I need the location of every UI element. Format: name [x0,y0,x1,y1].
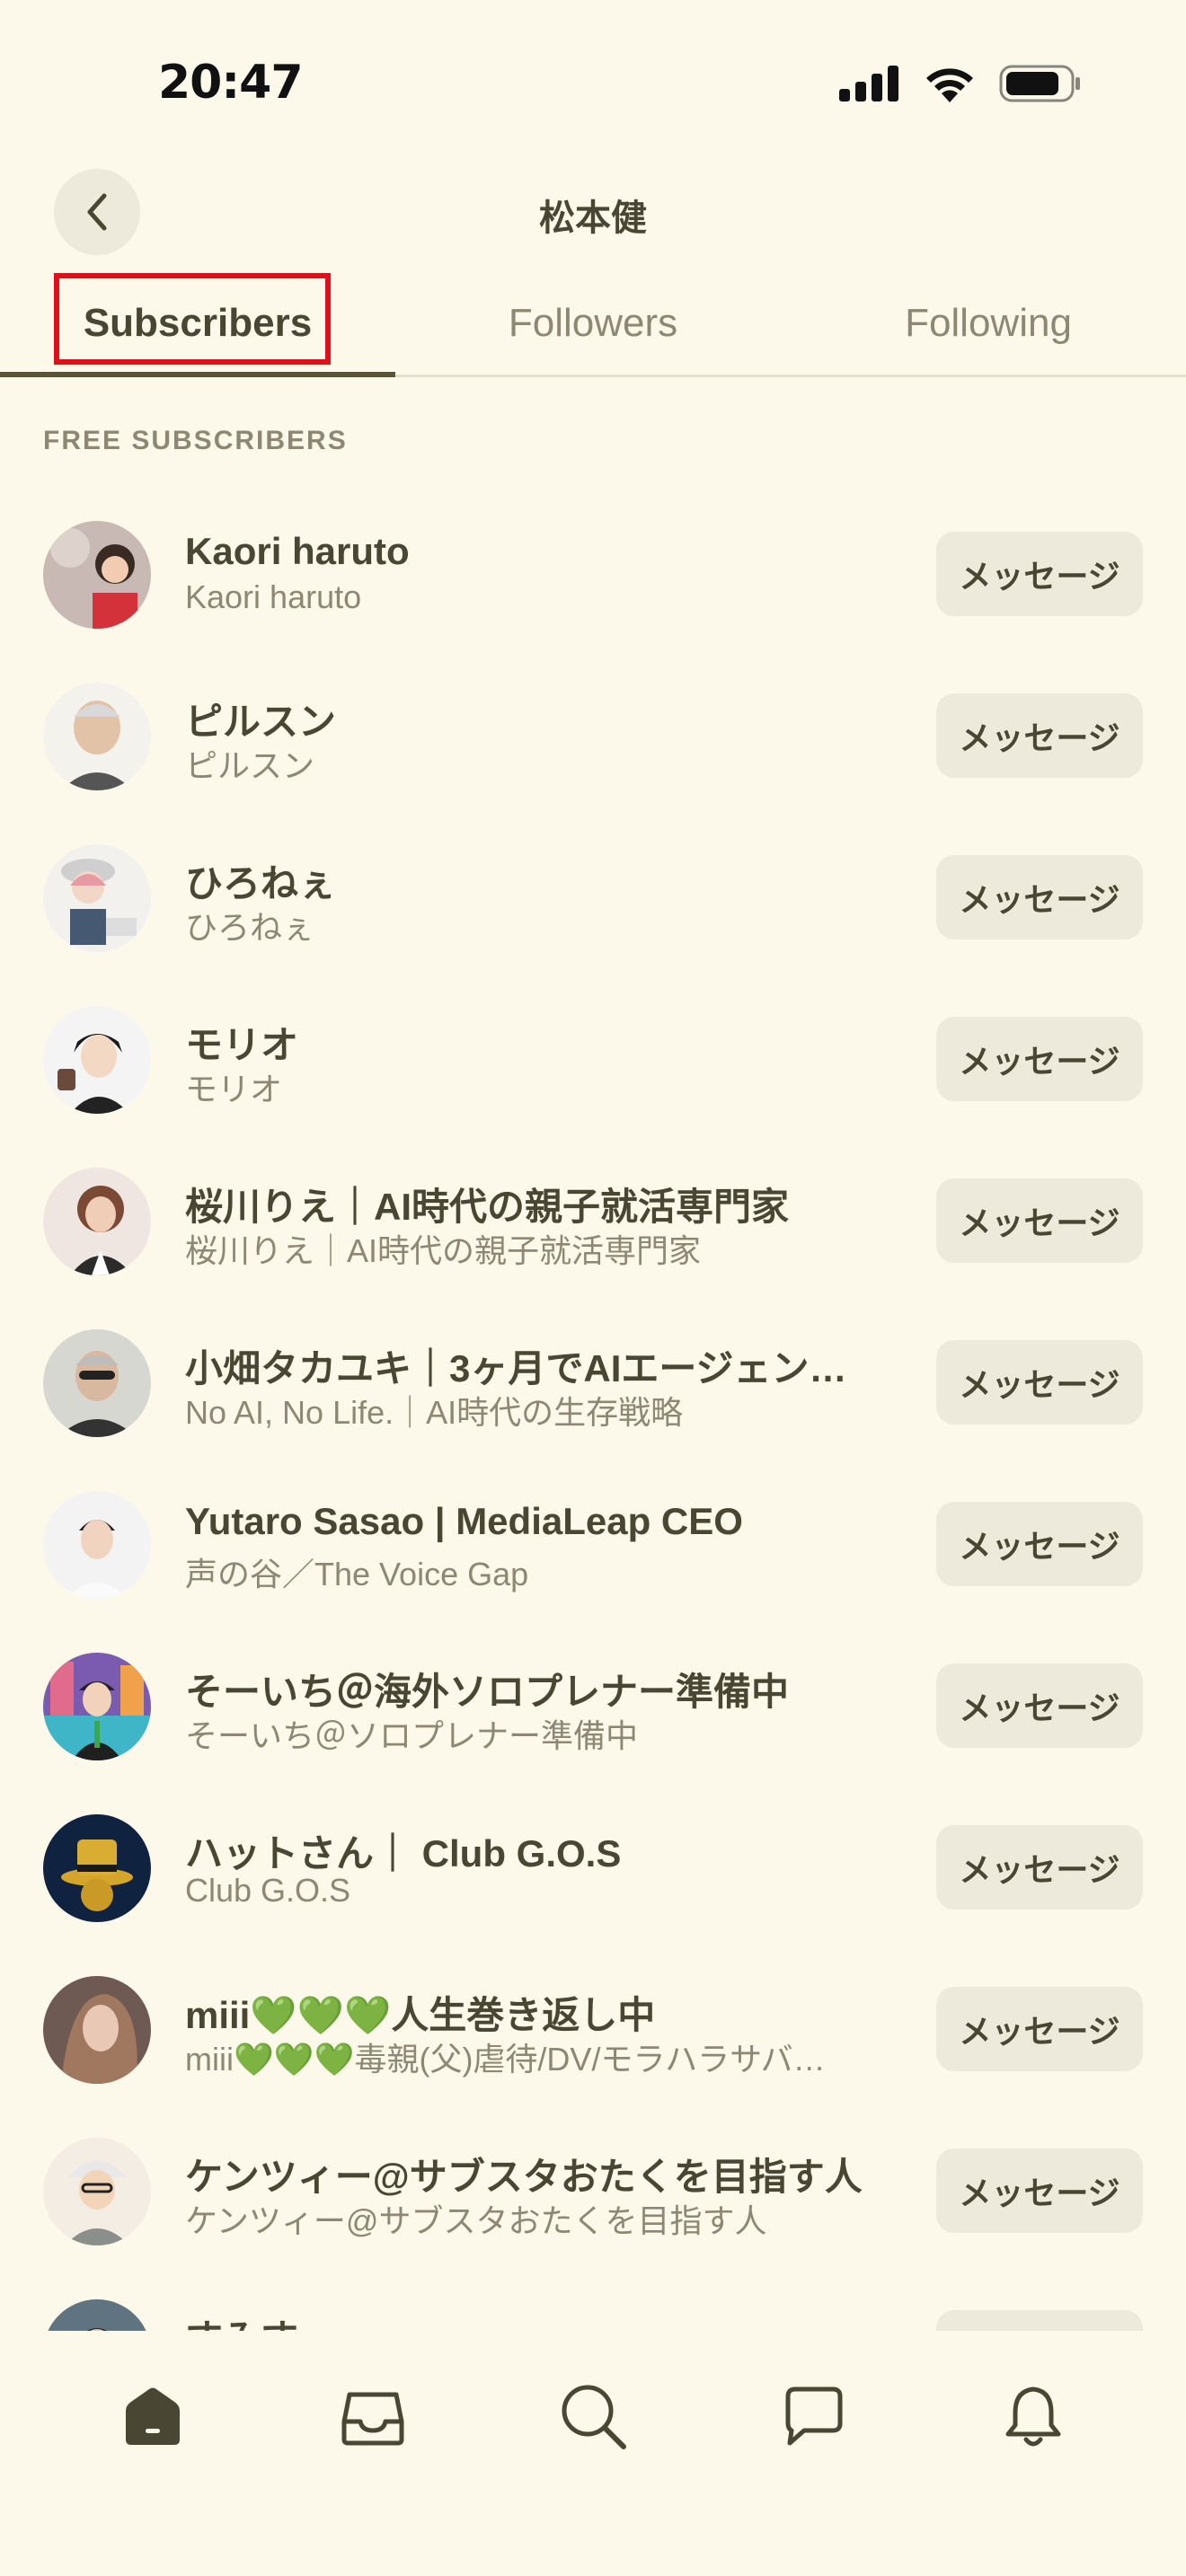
chat-icon [785,2386,843,2446]
subscriber-name: ハットさん｜ Club G.O.S [185,1832,622,1875]
message-button[interactable]: メッセージ [936,1178,1143,1263]
message-button[interactable]: メッセージ [936,2310,1143,2331]
subscriber-name: そーいち＠海外ソロプレナー準備中 [185,1671,790,1713]
subscriber-name: Kaori haruto [185,530,410,572]
home-icon [126,2387,180,2445]
message-button[interactable]: メッセージ [936,532,1143,616]
list-item[interactable]: Yutaro Sasao | MediaLeap CEO 声の谷／The Voi… [0,1473,1186,1635]
message-button[interactable]: メッセージ [936,1017,1143,1101]
subscriber-subtitle: miii💚💚💚毒親(父)虐待/DV/モラハラサバ… [185,2041,826,2078]
subscriber-name: miii💚💚💚人生巻き返し中 [185,1994,656,2036]
list-item[interactable]: ケンツィー@サブスタおたくを目指す人 ケンツィー@サブスタおたくを目指す人 メッ… [0,2120,1186,2281]
message-button[interactable]: メッセージ [936,1502,1143,1586]
tab-following[interactable]: Following [791,269,1186,377]
avatar[interactable] [43,1168,151,1275]
message-button[interactable]: メッセージ [936,855,1143,940]
subscriber-subtitle: 桜川りえ｜AI時代の親子就活専門家 [185,1232,702,1269]
nav-notifications[interactable] [988,2371,1078,2461]
message-button[interactable]: メッセージ [936,1340,1143,1425]
subscriber-subtitle: そーいち＠ソロプレナー準備中 [185,1717,639,1754]
nav-chat[interactable] [768,2371,858,2461]
nav-search[interactable] [548,2371,638,2461]
avatar[interactable] [43,1491,151,1599]
avatar[interactable] [43,521,151,629]
tab-highlight-box [54,273,331,365]
subscriber-name: モリオ [185,1024,299,1066]
inbox-icon [341,2392,404,2446]
avatar[interactable] [43,683,151,790]
nav-home[interactable] [108,2371,198,2461]
subscriber-subtitle: 声の谷／The Voice Gap [185,1556,529,1592]
status-bar: 20:47 [0,0,1186,162]
search-icon [562,2385,626,2449]
battery-icon [999,65,1080,102]
avatar[interactable] [43,2299,151,2331]
list-item[interactable]: モリオ モリオ メッセージ [0,988,1186,1150]
message-button[interactable]: メッセージ [936,1663,1143,1748]
avatar[interactable] [43,844,151,952]
page-title: 松本健 [539,198,647,238]
tab-followers[interactable]: Followers [395,269,791,377]
subscriber-name: ひろねぇ [185,862,337,904]
subscriber-subtitle: ひろねぇ [185,909,315,946]
list-item[interactable]: すみす メッセージ [0,2281,1186,2331]
list-item[interactable]: そーいち＠海外ソロプレナー準備中 そーいち＠ソロプレナー準備中 メッセージ [0,1635,1186,1796]
list-item[interactable]: Kaori haruto Kaori haruto メッセージ [0,503,1186,665]
list-item[interactable]: 桜川りえ｜AI時代の親子就活専門家 桜川りえ｜AI時代の親子就活専門家 メッセー… [0,1150,1186,1311]
subscriber-subtitle: Club G.O.S [185,1872,351,1909]
avatar[interactable] [43,1329,151,1437]
subscriber-name: すみす [185,2308,886,2331]
subscriber-name: ケンツィー@サブスタおたくを目指す人 [185,2156,863,2198]
avatar[interactable] [43,1006,151,1114]
subscriber-subtitle: モリオ [185,1071,283,1107]
subscriber-subtitle: ピルスン [185,747,315,784]
avatar[interactable] [43,1653,151,1760]
subscriber-list: Kaori haruto Kaori haruto メッセージ ピルスン ピルス… [0,503,1186,2331]
list-item[interactable]: miii💚💚💚人生巻き返し中 miii💚💚💚毒親(父)虐待/DV/モラハラサバ…… [0,1958,1186,2120]
nav-inbox[interactable] [328,2371,418,2461]
list-item[interactable]: ハットさん｜ Club G.O.S Club G.O.S メッセージ [0,1796,1186,1958]
avatar[interactable] [43,1814,151,1922]
list-item[interactable]: ひろねぇ ひろねぇ メッセージ [0,826,1186,988]
subscriber-name: 小畑タカユキ｜3ヶ月でAIエージェン… [185,1347,847,1389]
subscriber-name: Yutaro Sasao | MediaLeap CEO [185,1500,743,1542]
subscriber-subtitle: No AI, No Life.｜AI時代の生存戦略 [185,1394,684,1431]
subscriber-subtitle: ケンツィー@サブスタおたくを目指す人 [185,2202,767,2239]
wifi-icon [926,68,973,102]
avatar[interactable] [43,2138,151,2245]
tab-bar: Subscribers Followers Following [0,269,1186,377]
message-button[interactable]: メッセージ [936,2148,1143,2233]
bottom-nav [0,2331,1186,2576]
message-button[interactable]: メッセージ [936,693,1143,778]
list-item[interactable]: ピルスン ピルスン メッセージ [0,665,1186,826]
subscriber-name: ピルスン [185,701,337,743]
signal-icon [839,66,898,101]
subscriber-name: 桜川りえ｜AI時代の親子就活専門家 [185,1186,790,1228]
avatar[interactable] [43,1976,151,2084]
status-icons [839,65,1082,102]
bell-icon [1005,2386,1061,2447]
message-button[interactable]: メッセージ [936,1825,1143,1910]
active-tab-indicator [0,372,395,377]
section-label: FREE SUBSCRIBERS [43,426,348,455]
subscriber-subtitle: Kaori haruto [185,578,362,615]
list-item[interactable]: 小畑タカユキ｜3ヶ月でAIエージェン… No AI, No Life.｜AI時代… [0,1311,1186,1473]
status-time: 20:47 [158,56,304,110]
message-button[interactable]: メッセージ [936,1987,1143,2071]
